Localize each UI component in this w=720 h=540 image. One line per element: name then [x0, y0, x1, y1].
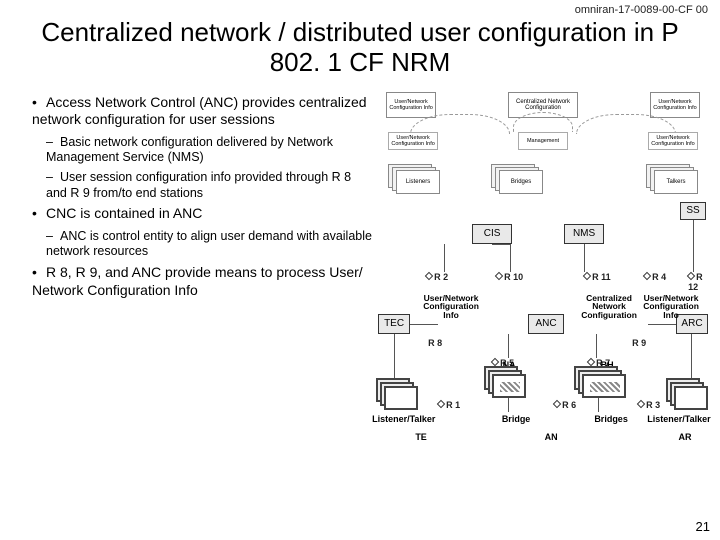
upper-stack-bridges: Bridges — [491, 164, 543, 194]
upper-stack-listeners: Listeners — [388, 164, 440, 194]
connector — [693, 220, 694, 272]
dash-mark: – — [46, 135, 60, 151]
bullet-text: Access Network Control (ANC) provides ce… — [32, 94, 367, 128]
connector — [584, 244, 585, 272]
cfg-label-left: User/Network Configuration Info — [418, 294, 484, 320]
upper-left-box: User/Network Configuration Info — [386, 92, 436, 118]
bullet-text: Basic network configuration delivered by… — [46, 135, 333, 165]
dash-mark: – — [46, 229, 60, 245]
stack-listener-talker-right — [666, 378, 710, 412]
bullet-mark: • — [32, 94, 46, 112]
connector — [410, 324, 438, 325]
lower-diagram: CIS NMS SS TEC ANC ARC R 2 R 10 R 11 R 4… — [376, 202, 710, 462]
connector — [510, 244, 511, 272]
stack-bh — [574, 366, 638, 400]
figure-column: User/Network Configuration Info Centrali… — [374, 90, 712, 464]
ref-r4: R 4 — [644, 272, 666, 282]
connector — [492, 244, 510, 245]
bullet-text: User session configuration info provided… — [46, 170, 351, 200]
cap-te: TE — [406, 432, 436, 442]
bullet-column: •Access Network Control (ANC) provides c… — [8, 90, 374, 464]
ref-r10: R 10 — [496, 272, 523, 282]
upper-attr-right: User/Network Configuration Info — [648, 132, 698, 150]
page-number: 21 — [696, 519, 710, 534]
bullet-l1: •Access Network Control (ANC) provides c… — [32, 94, 374, 129]
upper-diagram: User/Network Configuration Info Centrali… — [380, 90, 706, 200]
bullet-mark: • — [32, 264, 46, 282]
stack-label: Listeners — [396, 170, 440, 194]
cap-an: AN — [536, 432, 566, 442]
cap-ar: AR — [670, 432, 700, 442]
ref-r9: R 9 — [632, 338, 646, 348]
bullet-l1: •R 8, R 9, and ANC provide means to proc… — [32, 264, 374, 299]
bullet-text: CNC is contained in ANC — [46, 205, 202, 221]
cap-bridge: Bridge — [496, 414, 536, 424]
ref-r11: R 11 — [584, 272, 611, 282]
bullet-l2: –Basic network configuration delivered b… — [46, 135, 374, 166]
upper-attr-mid: Management — [518, 132, 568, 150]
cap-lt-left: Listener/Talker — [372, 414, 432, 424]
node-nms: NMS — [564, 224, 604, 244]
bullet-l2: –User session configuration info provide… — [46, 170, 374, 201]
bullet-text: R 8, R 9, and ANC provide means to proce… — [32, 264, 363, 298]
upper-attr-left: User/Network Configuration Info — [388, 132, 438, 150]
node-ss: SS — [680, 202, 706, 220]
bullet-text: ANC is control entity to align user dema… — [46, 229, 372, 259]
connector — [444, 244, 445, 272]
cap-lt-right: Listener/Talker — [644, 414, 714, 424]
stack-listener-talker-left — [376, 378, 420, 412]
content-area: •Access Network Control (ANC) provides c… — [0, 84, 720, 464]
stack-label: Bridges — [499, 170, 543, 194]
node-cis: CIS — [472, 224, 512, 244]
ref-r2: R 2 — [426, 272, 448, 282]
ref-r1: R 1 — [438, 400, 460, 410]
bullet-mark: • — [32, 205, 46, 223]
node-anc: ANC — [528, 314, 564, 334]
upper-right-box: User/Network Configuration Info — [650, 92, 700, 118]
cfg-label-center: Centralized Network Configuration — [576, 294, 642, 320]
cap-bridges: Bridges — [586, 414, 636, 424]
connector — [508, 398, 509, 412]
connector — [598, 398, 599, 412]
node-tec: TEC — [378, 314, 410, 334]
ref-r12: R 12 — [688, 272, 710, 292]
upper-stack-talkers: Talkers — [646, 164, 698, 194]
ref-r8: R 8 — [428, 338, 442, 348]
bullet-l2: –ANC is control entity to align user dem… — [46, 229, 374, 260]
bullet-l1: •CNC is contained in ANC — [32, 205, 374, 223]
connector — [648, 324, 676, 325]
ref-r6: R 6 — [554, 400, 576, 410]
dash-mark: – — [46, 170, 60, 186]
doc-id: omniran-17-0089-00-CF 00 — [575, 4, 708, 16]
ref-r3: R 3 — [638, 400, 660, 410]
cfg-label-right: User/Network Configuration Info — [638, 294, 704, 320]
stack-na — [484, 366, 528, 400]
stack-label: Talkers — [654, 170, 698, 194]
